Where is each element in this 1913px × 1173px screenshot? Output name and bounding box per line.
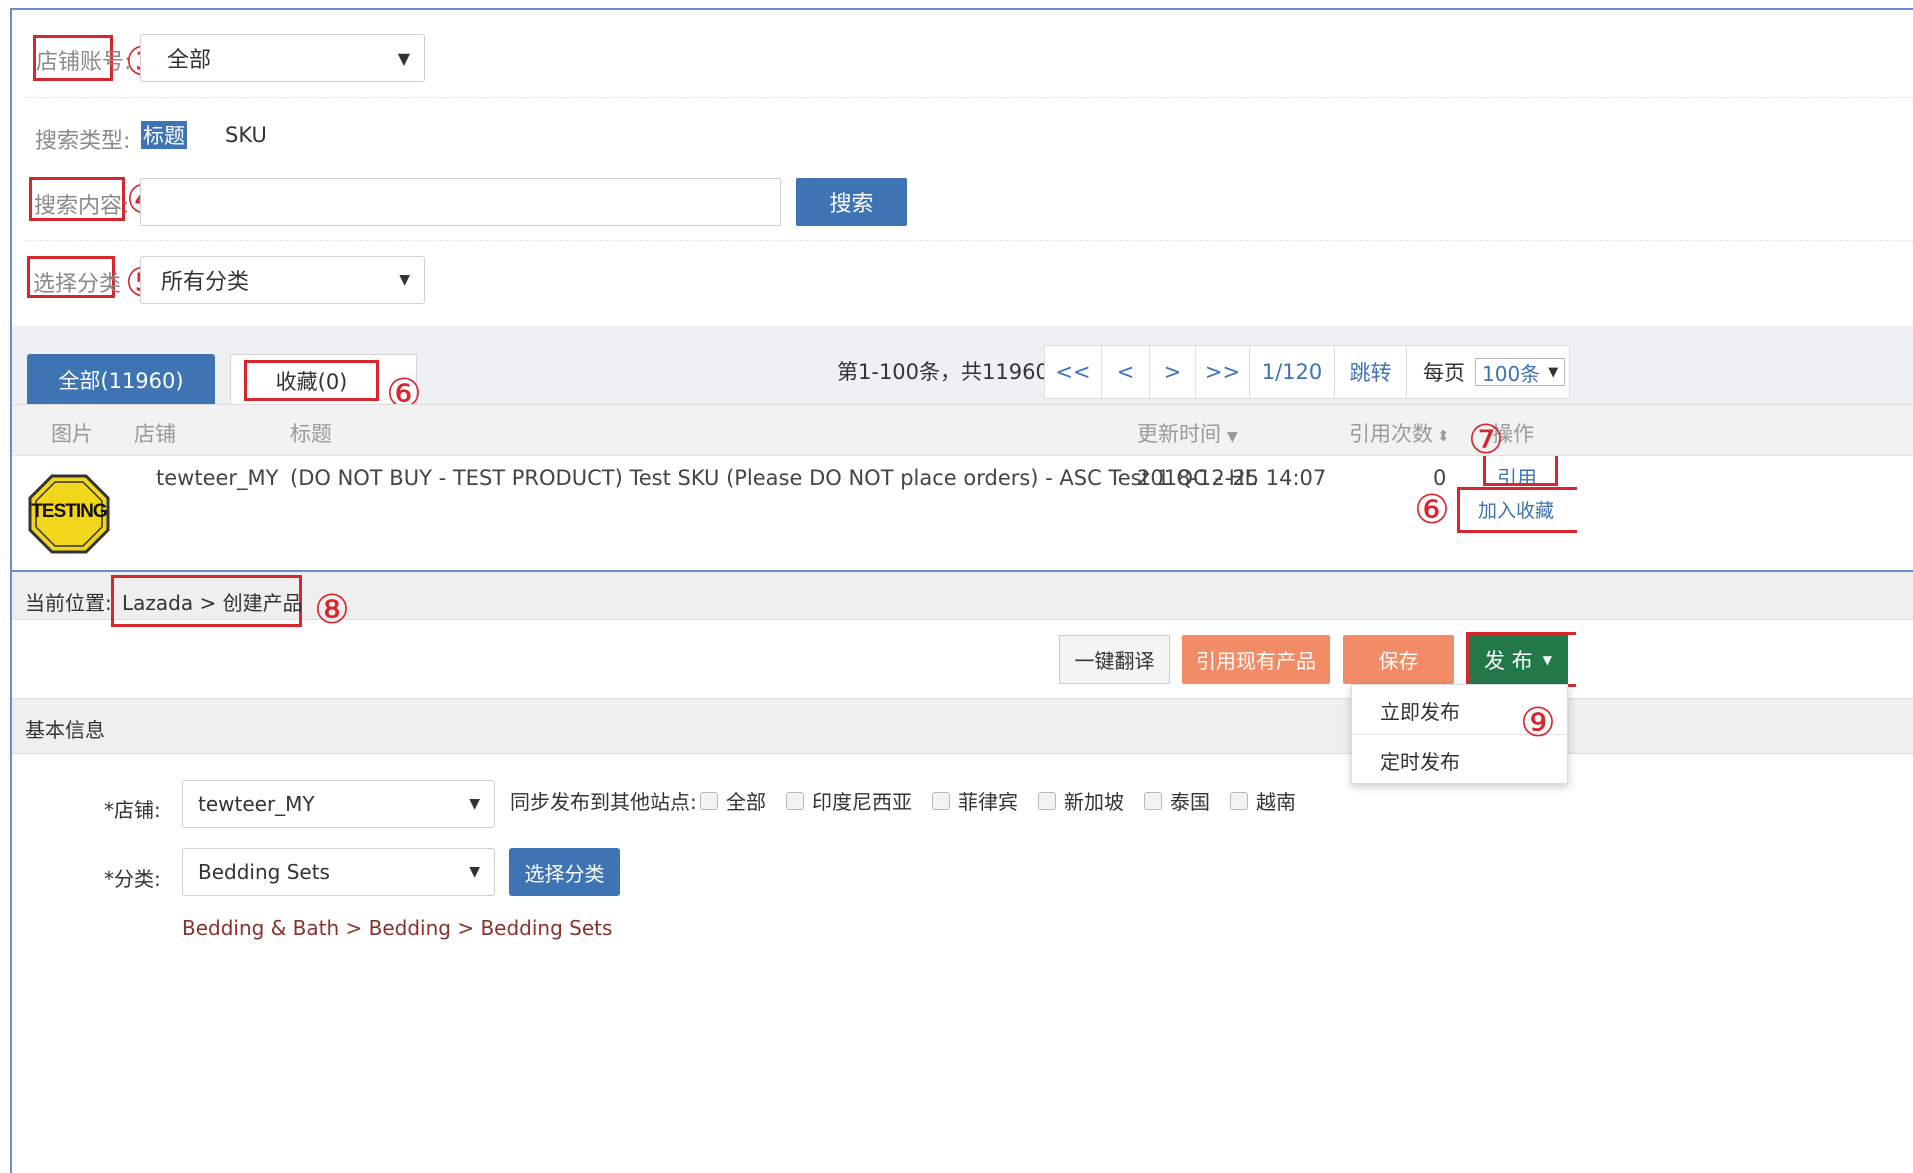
column-title: 标题 [290, 422, 332, 446]
site-label: 新加坡 [1064, 790, 1124, 814]
dropdown-arrow-icon: ▼ [469, 796, 480, 812]
site-thailand-checkbox[interactable]: 泰国 [1144, 786, 1210, 815]
row-title[interactable]: (DO NOT BUY - TEST PRODUCT) Test SKU (Pl… [290, 466, 1256, 490]
basic-info-header [12, 698, 1913, 754]
site-label: 印度尼西亚 [812, 790, 912, 814]
search-content-label: 搜索内容: [34, 194, 130, 219]
column-image: 图片 [51, 422, 93, 446]
sort-down-icon: ▼ [1227, 429, 1238, 445]
dropdown-arrow-icon: ▼ [397, 48, 410, 68]
column-updated[interactable]: 更新时间 ▼ [1137, 418, 1238, 448]
page-indicator: 1/120 [1250, 345, 1335, 399]
next-page-button[interactable]: > [1150, 345, 1196, 399]
tab-all[interactable]: 全部(11960) [27, 354, 215, 405]
row-updated: 2018-12-25 14:07 [1137, 466, 1327, 490]
annotation-box-7: 引用 [1483, 456, 1558, 486]
checkbox[interactable] [1230, 791, 1248, 810]
section-title: 基本信息 [25, 718, 105, 742]
column-cite-count[interactable]: 引用次数 ⬍ [1349, 418, 1450, 448]
divider [25, 240, 1913, 241]
column-updated-label: 更新时间 [1137, 422, 1221, 446]
shop-value: tewteer_MY [198, 792, 315, 816]
annotation-7: ⑦ [1468, 417, 1504, 463]
add-favorite-link[interactable]: 加入收藏 [1478, 496, 1554, 523]
category-field-label: *分类: [104, 867, 161, 891]
site-philippines-checkbox[interactable]: 菲律宾 [932, 786, 1018, 815]
checkbox[interactable] [786, 791, 804, 810]
checkbox[interactable] [1038, 791, 1056, 810]
shop-label: *店铺: [104, 794, 161, 823]
category-value: 所有分类 [161, 270, 250, 295]
dropdown-arrow-icon: ▼ [1548, 364, 1559, 380]
category-label: 选择分类 [33, 272, 122, 297]
pagination-summary: 第1-100条，共11960条 [837, 360, 1070, 384]
category-path: Bedding & Bath > Bedding > Bedding Sets [182, 916, 613, 940]
annotation-9: ⑨ [1520, 700, 1556, 746]
prev-page-button[interactable]: < [1102, 345, 1150, 399]
caret-down-icon: ▼ [399, 272, 410, 288]
per-page-value: 100条 [1482, 361, 1541, 386]
shop-account-select[interactable]: 全部 ▼ [140, 34, 425, 82]
sync-label: 同步发布到其他站点: [510, 790, 697, 814]
annotation-8: ⑧ [314, 587, 350, 633]
checkbox[interactable] [1144, 791, 1162, 810]
per-page-label: 每页 [1423, 361, 1465, 385]
search-button[interactable]: 搜索 [796, 178, 907, 226]
site-vietnam-checkbox[interactable]: 越南 [1230, 786, 1296, 815]
cite-link[interactable]: 引用 [1497, 462, 1537, 483]
site-indonesia-checkbox[interactable]: 印度尼西亚 [786, 786, 912, 815]
site-all-checkbox[interactable]: 全部 [700, 786, 766, 815]
category-field-select[interactable]: Bedding Sets ▼ [182, 848, 495, 896]
cite-existing-product-button[interactable]: 引用现有产品 [1182, 635, 1330, 684]
product-thumbnail[interactable]: TESTING [28, 474, 110, 558]
dropdown-arrow-icon: ▼ [469, 864, 480, 880]
divider [25, 97, 1913, 98]
sort-icon: ⬍ [1437, 427, 1450, 445]
jump-button[interactable]: 跳转 [1335, 345, 1407, 399]
shop-label-text: *店铺: [104, 798, 161, 822]
frame-edge [10, 572, 12, 1173]
site-label: 泰国 [1170, 790, 1210, 814]
annotation-box-6b: 加入收藏 [1457, 487, 1577, 533]
site-singapore-checkbox[interactable]: 新加坡 [1038, 786, 1124, 815]
sync-sites: 全部 印度尼西亚 菲律宾 新加坡 泰国 越南 [700, 786, 1296, 815]
thumbnail-text: TESTING [31, 501, 107, 522]
checkbox[interactable] [700, 791, 718, 810]
first-page-button[interactable]: << [1044, 345, 1102, 399]
checkbox[interactable] [932, 791, 950, 810]
search-type-title-option[interactable]: 标题 [141, 121, 187, 149]
choose-category-button[interactable]: 选择分类 [509, 848, 620, 896]
shop-account-value: 全部 [167, 48, 212, 73]
category-field-value: Bedding Sets [198, 860, 330, 884]
column-shop: 店铺 [134, 422, 176, 446]
pagination: << < > >> 1/120 跳转 每页 100条 ▼ [1044, 345, 1570, 399]
last-page-button[interactable]: >> [1196, 345, 1250, 399]
tab-favorites-label: 收藏(0) [244, 360, 379, 401]
annotation-box-9 [1466, 632, 1576, 687]
column-cite-count-label: 引用次数 [1349, 422, 1433, 446]
search-type-sku-option[interactable]: SKU [225, 123, 267, 147]
shop-select[interactable]: tewteer_MY ▼ [182, 780, 495, 828]
publish-scheduled-item[interactable]: 定时发布 [1380, 746, 1460, 775]
breadcrumb: Lazada > 创建产品 [122, 591, 303, 615]
site-label: 菲律宾 [958, 790, 1018, 814]
shop-account-label: 店铺账号: [36, 50, 132, 75]
site-label: 越南 [1256, 790, 1296, 814]
per-page-select[interactable]: 100条 ▼ [1475, 358, 1566, 386]
translate-button[interactable]: 一键翻译 [1059, 635, 1170, 684]
search-type-label: 搜索类型: [35, 129, 131, 154]
per-page: 每页 100条 ▼ [1407, 345, 1570, 399]
save-button[interactable]: 保存 [1343, 635, 1454, 684]
category-select[interactable]: 所有分类 ▼ [140, 256, 425, 304]
annotation-6b: ⑥ [1414, 487, 1450, 533]
search-content-input[interactable] [140, 178, 781, 226]
publish-now-item[interactable]: 立即发布 [1380, 696, 1460, 725]
breadcrumb-label: 当前位置: [25, 591, 112, 615]
site-label: 全部 [726, 790, 766, 814]
row-shop: tewteer_MY [156, 466, 279, 490]
